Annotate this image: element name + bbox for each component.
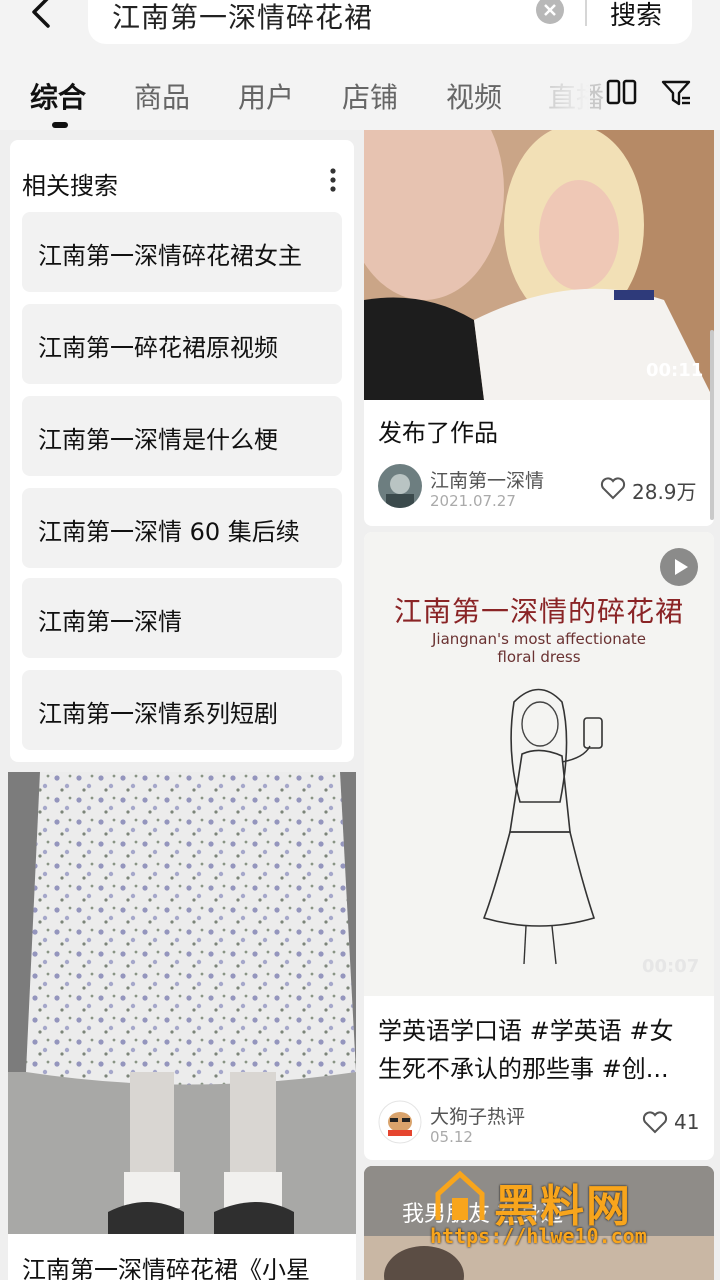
related-search-item[interactable]: 江南第一深情	[22, 578, 342, 658]
author-avatar[interactable]	[378, 464, 422, 508]
tab-products[interactable]: 商品	[134, 76, 190, 116]
related-searches-card: 相关搜索 江南第一深情碎花裙女主 江南第一碎花裙原视频 江南第一深情是什么梗 江…	[10, 140, 354, 762]
author-name[interactable]: 江南第一深情	[430, 466, 544, 493]
search-input[interactable]: 江南第一深情碎花裙 搜索	[88, 0, 692, 44]
cover-title-en-line: floral dress	[497, 648, 581, 666]
related-search-label: 江南第一深情是什么梗	[38, 426, 278, 454]
post-title: 江南第一深情碎花裙《小星	[22, 1256, 310, 1280]
related-search-item[interactable]: 江南第一深情碎花裙女主	[22, 212, 342, 292]
author-name[interactable]: 大狗子热评	[430, 1102, 525, 1129]
search-button[interactable]: 搜索	[610, 0, 662, 32]
like-count: 28.9万	[632, 480, 697, 504]
like-count: 41	[674, 1110, 700, 1134]
post-cover-image	[8, 772, 356, 1234]
scrollbar[interactable]	[710, 330, 714, 520]
video-card[interactable]: 江南第一深情的碎花裙 Jiangnan's most affectionate …	[364, 532, 714, 1160]
video-duration: 00:07	[642, 956, 700, 977]
tab-shops[interactable]: 店铺	[342, 76, 398, 116]
tab-videos[interactable]: 视频	[446, 76, 502, 116]
related-search-item[interactable]: 江南第一深情 60 集后续	[22, 488, 342, 568]
active-tab-indicator	[52, 122, 68, 128]
cover-title-en: Jiangnan's most affectionate floral dres…	[364, 630, 714, 666]
post-date: 05.12	[430, 1128, 473, 1146]
video-description: 发布了作品	[378, 419, 498, 447]
heart-icon[interactable]	[600, 476, 626, 500]
related-search-item[interactable]: 江南第一深情是什么梗	[22, 396, 342, 476]
related-search-label: 江南第一碎花裙原视频	[38, 334, 278, 362]
tab-fade	[540, 66, 590, 122]
search-divider	[585, 0, 587, 26]
related-search-item[interactable]: 江南第一碎花裙原视频	[22, 304, 342, 384]
post-date: 2021.07.27	[430, 492, 516, 510]
tab-users[interactable]: 用户	[238, 76, 294, 116]
heart-icon[interactable]	[642, 1110, 668, 1134]
video-thumbnail: 江南第一深情的碎花裙 Jiangnan's most affectionate …	[364, 532, 714, 996]
search-query[interactable]: 江南第一深情碎花裙	[112, 0, 373, 36]
related-search-label: 江南第一深情碎花裙女主	[38, 242, 302, 270]
related-search-label: 江南第一深情系列短剧	[38, 700, 278, 728]
author-avatar[interactable]	[378, 1100, 422, 1144]
clear-icon[interactable]	[536, 0, 564, 24]
related-search-label: 江南第一深情 60 集后续	[38, 518, 300, 546]
video-description-line: 生死不承认的那些事 #创...	[378, 1055, 669, 1083]
video-card[interactable]: 00:11 发布了作品 江南第一深情 2021.07.27 28.9万	[364, 130, 714, 526]
related-searches-title: 相关搜索	[22, 172, 118, 200]
more-vertical-icon[interactable]	[328, 166, 338, 196]
cover-title-cn: 江南第一深情的碎花裙	[393, 595, 684, 628]
top-search-bar: 江南第一深情碎花裙 搜索	[0, 0, 720, 60]
play-icon[interactable]	[660, 548, 698, 586]
related-search-item[interactable]: 江南第一深情系列短剧	[22, 670, 342, 750]
video-description-line: 学英语学口语 #学英语 #女	[378, 1017, 674, 1045]
related-search-label: 江南第一深情	[38, 608, 182, 636]
back-arrow-icon[interactable]	[22, 0, 62, 34]
post-card[interactable]: 江南第一深情碎花裙《小星	[8, 772, 356, 1280]
watermark-url: https://hlwe10.com	[430, 1224, 647, 1248]
cover-title-en-line: Jiangnan's most affectionate	[431, 630, 646, 648]
site-watermark: 黑料网 https://hlwe10.com	[428, 1166, 718, 1260]
filter-icon[interactable]	[660, 78, 692, 108]
girl-sketch-illustration	[482, 688, 603, 965]
two-column-layout-icon[interactable]	[606, 78, 638, 108]
watermark-logo-icon	[435, 1170, 485, 1220]
tab-comprehensive[interactable]: 综合	[30, 76, 86, 116]
video-duration: 00:11	[646, 360, 704, 381]
